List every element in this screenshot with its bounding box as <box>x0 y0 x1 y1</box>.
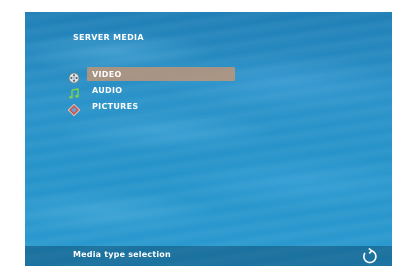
menu-item-pictures[interactable]: PICTURES <box>65 99 240 117</box>
status-text: Media type selection <box>73 250 171 259</box>
menu-item-label: PICTURES <box>92 102 139 111</box>
media-type-menu: VIDEO AUDIO PICTURES <box>65 67 240 117</box>
music-note-icon <box>68 85 80 99</box>
status-bar: Media type selection <box>25 246 392 266</box>
film-reel-icon <box>68 69 80 84</box>
back-arrow-icon[interactable] <box>360 247 378 265</box>
page-title: SERVER MEDIA <box>73 33 144 42</box>
menu-item-label: VIDEO <box>92 70 122 79</box>
media-screen: SERVER MEDIA VIDEO AUDIO PICTURES Media … <box>25 12 392 266</box>
picture-icon <box>67 101 81 117</box>
menu-item-audio[interactable]: AUDIO <box>65 83 240 99</box>
menu-item-video[interactable]: VIDEO <box>65 67 240 84</box>
menu-item-label: AUDIO <box>92 86 123 95</box>
